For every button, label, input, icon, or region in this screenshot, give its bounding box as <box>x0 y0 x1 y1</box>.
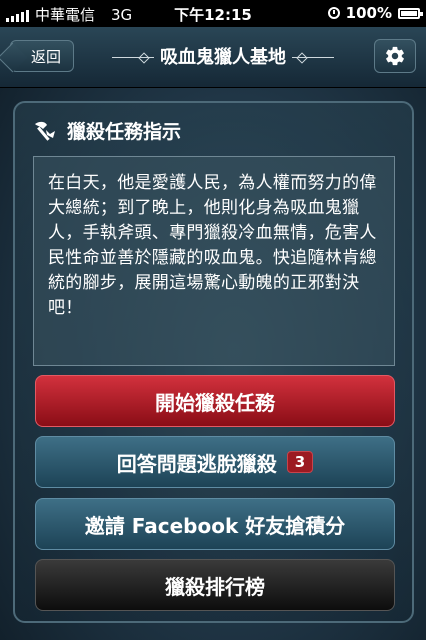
start-mission-button[interactable]: 開始獵殺任務 <box>35 375 395 427</box>
panel-header: 獵殺任務指示 <box>33 117 181 144</box>
leaderboard-label: 獵殺排行榜 <box>165 574 265 599</box>
back-button[interactable]: 返回 <box>10 40 74 72</box>
axe-icon <box>35 121 55 141</box>
page-title: 吸血鬼獵人基地 <box>160 47 286 68</box>
answer-questions-button[interactable]: 回答問題逃脫獵殺 3 <box>35 436 395 488</box>
battery-icon <box>398 7 423 19</box>
invite-facebook-button[interactable]: 邀請 Facebook 好友搶積分 <box>35 498 395 550</box>
status-bar: 中華電信 3G 下午12:15 100% <box>0 0 426 27</box>
leaderboard-button[interactable]: 獵殺排行榜 <box>35 559 395 611</box>
status-right: 100% <box>327 4 423 22</box>
back-button-label: 返回 <box>30 47 61 66</box>
page-title-wrap: 吸血鬼獵人基地 <box>80 43 366 69</box>
mission-panel: 獵殺任務指示 在白天，他是愛護人民，為人權而努力的偉大總統；到了晚上，他則化身為… <box>13 101 414 623</box>
left-ornament-icon <box>112 52 154 64</box>
mission-description: 在白天，他是愛護人民，為人權而努力的偉大總統；到了晚上，他則化身為吸血鬼獵人，手… <box>33 156 395 366</box>
settings-button[interactable] <box>374 39 416 73</box>
count-badge: 3 <box>286 451 314 473</box>
gear-icon <box>386 46 404 66</box>
invite-facebook-label: 邀請 Facebook 好友搶積分 <box>84 513 346 538</box>
answer-questions-label: 回答問題逃脫獵殺 <box>116 451 277 476</box>
navigation-bar: 返回 吸血鬼獵人基地 <box>0 27 426 88</box>
battery-percent: 100% <box>345 4 392 22</box>
right-ornament-icon <box>292 52 334 64</box>
orientation-lock-icon <box>327 7 340 19</box>
panel-title: 獵殺任務指示 <box>67 121 182 143</box>
start-mission-label: 開始獵殺任務 <box>155 390 275 415</box>
